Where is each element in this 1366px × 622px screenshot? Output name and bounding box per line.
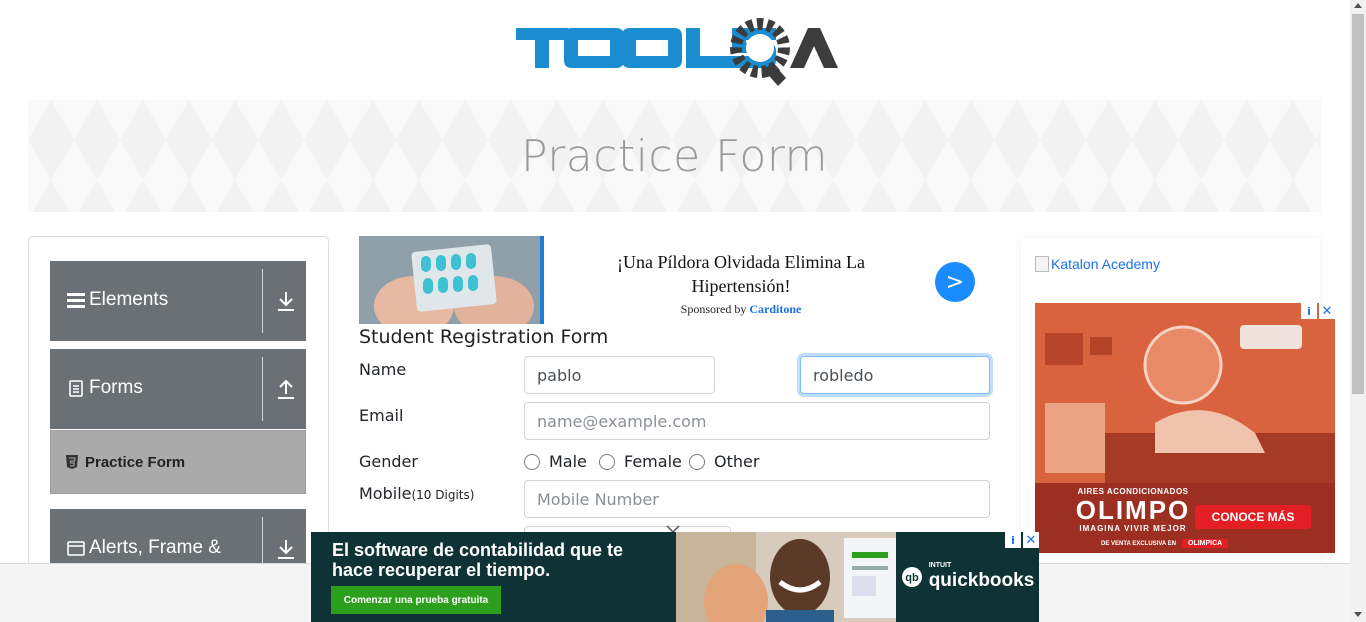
sidebar-item-practice-form[interactable]: Practice Form — [50, 430, 306, 494]
upload-arrow-icon[interactable] — [277, 379, 295, 399]
scroll-down-arrow-icon[interactable] — [1354, 612, 1362, 617]
sponsor-name[interactable]: Carditone — [749, 302, 801, 316]
close-icon[interactable]: ✕ — [1023, 532, 1039, 548]
broken-image-icon — [1035, 256, 1049, 272]
gender-female-radio[interactable]: Female — [599, 452, 682, 471]
quickbooks-headline: El software de contabilidad que te hace … — [332, 540, 624, 580]
ad-headline[interactable]: ¡Una Píldora Olvidada Elimina La Hiperte… — [581, 250, 901, 298]
form-title: Student Registration Form — [359, 326, 609, 348]
quickbooks-cta-button[interactable]: Comenzar una prueba gratuita — [331, 586, 501, 614]
email-input[interactable] — [524, 402, 990, 440]
divider — [262, 357, 263, 421]
gender-male-radio[interactable]: Male — [524, 452, 587, 471]
email-label: Email — [359, 406, 404, 425]
olimpo-footer: DE VENTA EXCLUSIVA EN OLIMPICA — [1101, 539, 1229, 548]
quickbooks-ad-text-panel: El software de contabilidad que te hace … — [311, 532, 676, 622]
toolsqa-logo[interactable] — [516, 16, 838, 92]
adchoices-icon[interactable]: i — [1301, 303, 1317, 319]
page-scrollbar[interactable] — [1350, 0, 1366, 622]
mobile-label: Mobile(10 Digits) — [359, 484, 474, 503]
radio-label[interactable]: Male — [549, 452, 587, 471]
window-icon — [67, 541, 85, 556]
olimpo-ad[interactable]: AIRES ACONDICIONADOS OLIMPO IMAGINA VIVI… — [1035, 303, 1335, 553]
scroll-up-arrow-icon[interactable] — [1354, 3, 1362, 8]
mobile-hint: (10 Digits) — [411, 488, 475, 502]
olimpica-badge: OLIMPICA — [1182, 539, 1229, 548]
quickbooks-brand: quickbooks — [928, 570, 1035, 591]
sponsored-prefix: Sponsored by — [680, 302, 747, 316]
intuit-label: INTUIT — [928, 562, 952, 569]
radio-label[interactable]: Female — [624, 452, 682, 471]
download-arrow-icon[interactable] — [277, 291, 295, 311]
ad-sponsor-line: Sponsored by Carditone — [581, 302, 901, 317]
scrollbar-thumb[interactable] — [1352, 14, 1364, 394]
sidebar-group-forms[interactable]: Forms — [50, 349, 306, 429]
radio-circle[interactable] — [524, 453, 540, 470]
quickbooks-logo-icon: qb — [901, 567, 922, 587]
page: Practice Form Elements Forms Practice Fo… — [0, 0, 1366, 622]
mobile-input[interactable] — [524, 480, 990, 518]
page-banner: Practice Form — [28, 100, 1321, 212]
ad-next-button[interactable]: > — [935, 262, 975, 302]
top-ad[interactable]: ¡Una Píldora Olvidada Elimina La Hiperte… — [359, 236, 990, 324]
radio-label[interactable]: Other — [714, 452, 759, 471]
radio-circle[interactable] — [689, 453, 705, 470]
pill-pack-illustration — [359, 236, 540, 324]
adchoices-icon[interactable]: i — [1005, 532, 1021, 548]
quickbooks-ad[interactable]: El software de contabilidad que te hace … — [311, 532, 1039, 622]
list-icon — [67, 293, 85, 308]
download-arrow-icon[interactable] — [277, 539, 295, 559]
page-title: Practice Form — [520, 130, 829, 182]
sidebar-group-label: Elements — [89, 289, 169, 310]
mobile-label-text: Mobile — [359, 484, 412, 503]
last-name-input[interactable] — [800, 356, 990, 394]
olimpo-cta-button[interactable]: CONOCE MÁS — [1195, 505, 1311, 529]
sidebar-group-label: Alerts, Frame & — [89, 537, 221, 558]
ad-text-block: ¡Una Píldora Olvidada Elimina La Hiperte… — [581, 250, 901, 317]
katalon-ad-link[interactable]: Katalon Acedemy — [1035, 256, 1160, 272]
first-name-input[interactable] — [524, 356, 715, 394]
pill-pack-image — [359, 236, 544, 324]
svg-text:qb: qb — [905, 572, 919, 584]
gender-other-radio[interactable]: Other — [689, 452, 759, 471]
gender-label: Gender — [359, 452, 418, 471]
document-icon — [69, 380, 83, 397]
html5-icon — [66, 455, 78, 469]
sidebar-group-elements[interactable]: Elements — [50, 261, 306, 341]
divider — [262, 269, 263, 333]
quickbooks-wordmark: INTUIT quickbooks — [929, 562, 1035, 592]
sidebar: Elements Forms Practice Form Alerts, Fra… — [28, 236, 329, 576]
sidebar-group-label: Forms — [89, 377, 143, 398]
quickbooks-ad-photo — [676, 532, 896, 622]
sidebar-item-label: Practice Form — [85, 453, 186, 471]
close-icon[interactable]: ✕ — [1319, 303, 1335, 319]
olimpo-footer-text: DE VENTA EXCLUSIVA EN — [1101, 540, 1177, 547]
name-label: Name — [359, 360, 407, 379]
katalon-alt-text[interactable]: Katalon Acedemy — [1051, 256, 1160, 272]
radio-circle[interactable] — [599, 453, 615, 470]
